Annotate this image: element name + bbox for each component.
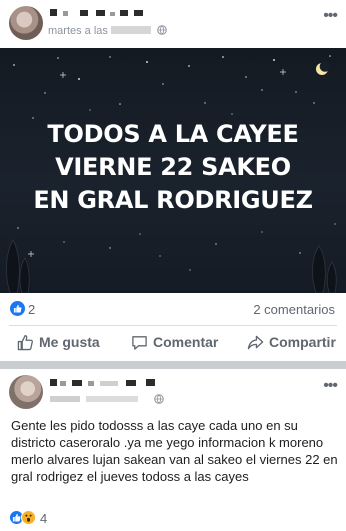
post-banner-image[interactable]: TODOS A LA CAYEE VIERNE 22 SAKEO EN GRAL… xyxy=(0,48,346,293)
like-button[interactable]: Me gusta xyxy=(17,334,107,354)
comment-button-label: Comentar xyxy=(153,334,219,350)
more-icon[interactable]: ••• xyxy=(323,378,338,394)
avatar[interactable] xyxy=(9,375,43,409)
avatar[interactable] xyxy=(9,6,43,40)
post-body-text: Gente les pido todosss a las caye cada u… xyxy=(11,418,338,484)
share-button[interactable]: Compartir xyxy=(247,334,339,354)
wow-icon[interactable] xyxy=(21,510,36,525)
share-button-label: Compartir xyxy=(269,334,336,350)
share-icon xyxy=(247,335,264,350)
like-icon xyxy=(17,335,33,351)
post-timestamp[interactable]: martes a las xyxy=(48,25,167,37)
reactions-summary: 4 xyxy=(0,507,346,527)
like-reaction-icon[interactable] xyxy=(10,301,25,316)
reaction-count[interactable]: 4 xyxy=(40,511,47,526)
reaction-count[interactable]: 2 xyxy=(28,302,35,317)
feed-separator xyxy=(0,361,346,369)
comment-icon xyxy=(132,336,147,350)
globe-icon xyxy=(157,25,167,35)
post-action-bar: Me gusta Comentar Compartir xyxy=(0,326,346,360)
more-icon[interactable]: ••• xyxy=(323,8,338,24)
moon-icon xyxy=(316,61,331,75)
globe-icon xyxy=(154,394,164,404)
comment-button[interactable]: Comentar xyxy=(131,334,226,354)
banner-line-3: EN GRAL RODRIGUEZ xyxy=(33,186,313,214)
reactions-summary: 2 2 comentarios xyxy=(0,293,346,325)
post-header: martes a las ••• xyxy=(0,0,346,48)
like-button-label: Me gusta xyxy=(39,334,100,350)
comments-count[interactable]: 2 comentarios xyxy=(253,302,335,317)
banner-line-2: VIERNE 22 SAKEO xyxy=(55,153,291,181)
banner-line-1: TODOS A LA CAYEE xyxy=(47,120,299,148)
